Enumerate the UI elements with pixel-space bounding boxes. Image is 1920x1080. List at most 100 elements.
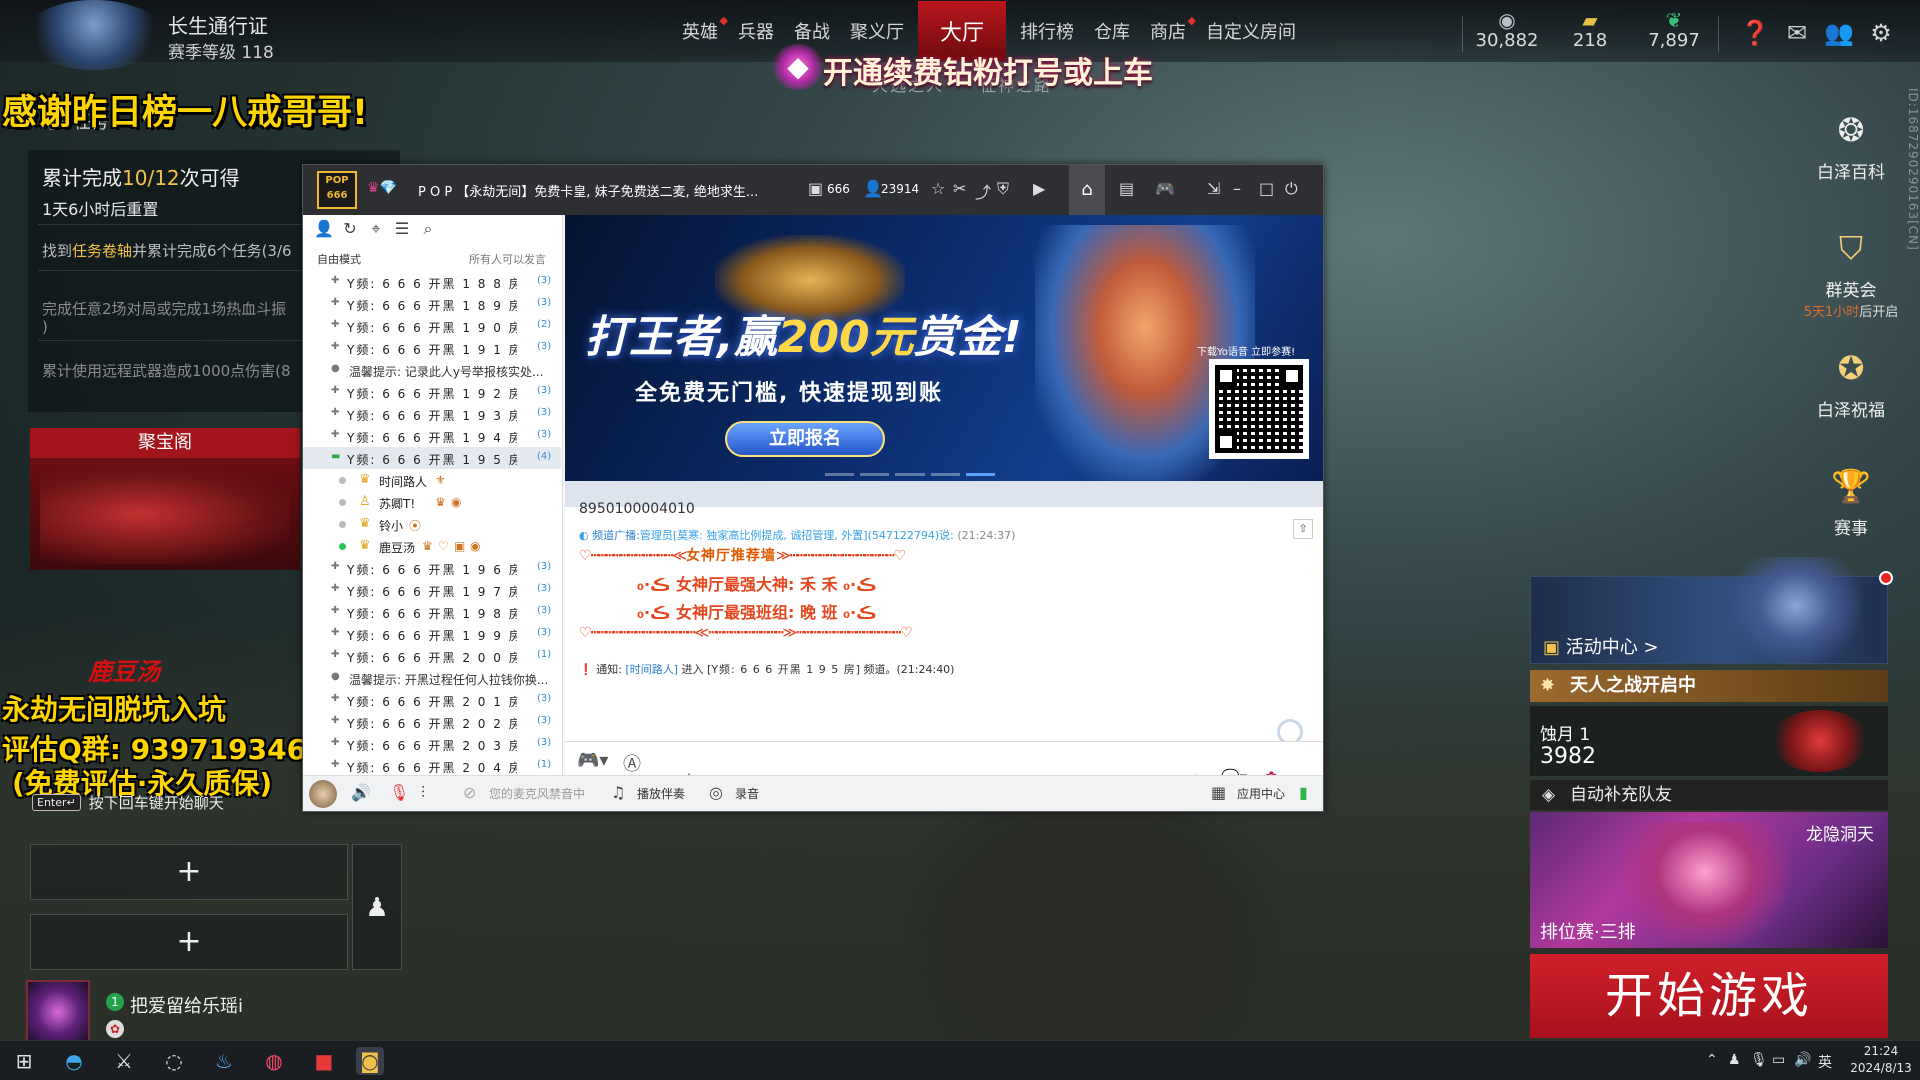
steam-client-icon[interactable]: ♨ (210, 1047, 238, 1075)
member-row[interactable]: ♛ 铃小 ⦿ (303, 513, 561, 535)
collapse-icon[interactable]: ▬ (331, 451, 340, 462)
shield-icon[interactable]: ⛨ (997, 179, 1009, 199)
minimize-icon[interactable]: – (1233, 179, 1241, 198)
channel-row[interactable]: ✚ Y频: 6 6 6 开黑 2 0 2 房 ... (3) (303, 711, 561, 733)
mic-muted-icon[interactable]: 🎙 (389, 783, 409, 802)
network-icon[interactable]: ▭ (1772, 1052, 1785, 1068)
channel-row[interactable]: ✚ Y频: 6 6 6 开黑 2 0 1 房 ... (3) (303, 689, 561, 711)
nav-prepare[interactable]: 备战 (794, 18, 830, 44)
eclipse-event-card[interactable]: 蚀月 1 3982 (1530, 706, 1888, 776)
maximize-icon[interactable]: □ (1259, 179, 1274, 198)
expand-icon[interactable]: ✚ (331, 715, 339, 726)
channel-row[interactable]: ✚ Y频: 6 6 6 开黑 1 9 4 房 ... (3) (303, 425, 561, 447)
expand-icon[interactable]: ✚ (331, 319, 339, 330)
user-icon[interactable]: 👤 (311, 219, 337, 243)
system-clock[interactable]: 21:24 2024/8/13 (1848, 1043, 1914, 1077)
currency-jade[interactable]: ❦ 7,897 (1646, 10, 1702, 51)
nav-custom-room[interactable]: 自定义房间 (1206, 18, 1296, 44)
nav-heroes[interactable]: 英雄 ◆ (682, 14, 728, 44)
netease-music-icon[interactable]: ◍ (260, 1047, 288, 1075)
channel-tip-row[interactable]: ● 温馨提示: 开黑过程任何人拉钱你换... (303, 667, 561, 689)
member-row[interactable]: ♛ 鹿豆汤 ♛ ♡ ▣ ◉ (303, 535, 561, 557)
member-row[interactable]: ♙ 苏卿T! ♛ ◉ (303, 491, 561, 513)
register-button[interactable]: 立即报名 (725, 421, 885, 457)
gamepad-icon[interactable]: 🎮 (1155, 179, 1175, 198)
ad-banner[interactable]: 打王者,赢200元赏金! 全免费无门槛, 快速提现到账 立即报名 下载Yo语音 … (565, 215, 1323, 481)
voice-app-icon[interactable]: ◙ (356, 1047, 384, 1075)
refresh-icon[interactable]: ↻ (337, 219, 363, 243)
search-icon[interactable]: ⌕ (415, 219, 441, 243)
scroll-top-icon[interactable]: ⇧ (1293, 519, 1313, 539)
auto-fill-teammates-toggle[interactable]: ◈ 自动补充队友 (1530, 780, 1888, 810)
channel-row[interactable]: ✚ Y频: 6 6 6 开黑 1 8 8 房 ... (3) (303, 271, 561, 293)
start-game-button[interactable]: 开始游戏 (1530, 954, 1888, 1038)
input-method[interactable]: 英 (1818, 1052, 1832, 1072)
channel-row[interactable]: ✚ Y频: 6 6 6 开黑 1 9 0 房 ... (2) (303, 315, 561, 337)
friend-name[interactable]: 把爱留给乐瑶i (130, 992, 243, 1018)
season-pass-emblem[interactable] (24, 0, 164, 70)
game-mode-selector[interactable]: 龙隐洞天 排位赛·三排 (1530, 812, 1888, 948)
cut-icon[interactable]: ✂ (953, 179, 966, 198)
expand-icon[interactable]: ✚ (331, 385, 339, 396)
record-icon[interactable]: ◎ (709, 783, 723, 802)
expand-icon[interactable]: ✚ (331, 627, 339, 638)
tray-app-icon[interactable]: ♟ (1728, 1052, 1741, 1068)
channel-row[interactable]: ✚ Y频: 6 6 6 开黑 2 0 4 房 ... (1) (303, 755, 561, 777)
expand-icon[interactable]: ✚ (331, 693, 339, 704)
season-pass-title[interactable]: 长生通行证 (168, 10, 268, 39)
team-slot-2[interactable]: + (30, 914, 348, 970)
expand-icon[interactable]: ✚ (331, 275, 339, 286)
channel-row[interactable]: ✚ Y频: 6 6 6 开黑 1 9 7 房 ... (3) (303, 579, 561, 601)
home-icon[interactable]: ⌂ (1069, 165, 1105, 215)
expand-icon[interactable]: ✚ (331, 407, 339, 418)
notes-icon[interactable]: ☰ (389, 219, 415, 243)
nav-weapons[interactable]: 兵器 (738, 18, 774, 44)
quest-item[interactable]: 累计使用远程武器造成1000点伤害(8 (42, 360, 312, 381)
app-center-button[interactable]: 应用中心 (1237, 785, 1285, 802)
record-button[interactable]: 录音 (735, 785, 759, 802)
apps-grid-icon[interactable]: ▦ (1211, 783, 1226, 802)
nav-storage[interactable]: 仓库 (1094, 18, 1130, 44)
edge-browser-icon[interactable]: ◓ (60, 1047, 88, 1075)
volume-icon[interactable]: 🔊 (1794, 1052, 1811, 1068)
carousel-indicator[interactable] (825, 473, 996, 476)
menu-heroes-gathering[interactable]: ⛉ 群英会 5天1小时后开启 (1796, 224, 1906, 320)
music-icon[interactable]: ♫ (611, 783, 625, 802)
nav-leaderboard[interactable]: 排行榜 (1020, 18, 1074, 44)
channel-row[interactable]: ▬ Y频: 6 6 6 开黑 1 9 5 房 ... (4) (303, 447, 561, 469)
channel-row[interactable]: ✚ Y频: 6 6 6 开黑 1 9 6 房 ... (3) (303, 557, 561, 579)
room-mode[interactable]: 自由模式 (317, 251, 361, 267)
currency-coins[interactable]: ◉ 30,882 (1476, 10, 1539, 51)
quest-item[interactable]: 找到任务卷轴并累计完成6个任务(3/6 (42, 240, 312, 261)
treasure-pavilion[interactable]: 聚宝阁 (30, 428, 300, 570)
friends-icon[interactable]: 👥 (1824, 18, 1854, 48)
expand-icon[interactable]: ✚ (331, 759, 339, 770)
menu-baize-wiki[interactable]: ❂ 白泽百科 (1796, 106, 1906, 183)
window-title-bar[interactable]: POP 666 ♛💎 P O P 【永劫无间】免费卡皇, 妹子免费送二麦, 绝地… (303, 165, 1323, 215)
channel-row[interactable]: ✚ Y频: 6 6 6 开黑 1 9 2 房 ... (3) (303, 381, 561, 403)
expand-icon[interactable]: ✚ (331, 561, 339, 572)
collapse-icon[interactable]: ⇲ (1207, 179, 1220, 198)
expand-icon[interactable]: ✚ (331, 649, 339, 660)
channel-row[interactable]: ✚ Y频: 6 6 6 开黑 1 9 9 房 ... (3) (303, 623, 561, 645)
tray-expand-icon[interactable]: ⌃ (1706, 1052, 1718, 1068)
channel-row[interactable]: ✚ Y频: 6 6 6 开黑 1 9 8 房 ... (3) (303, 601, 561, 623)
expand-icon[interactable]: ✚ (331, 429, 339, 440)
help-icon[interactable]: ❓ (1740, 18, 1770, 48)
speaker-icon[interactable]: 🔊 (351, 783, 371, 802)
naraka-game-icon[interactable]: ■ (310, 1047, 338, 1075)
expand-icon[interactable]: ✚ (331, 583, 339, 594)
member-row[interactable]: ♛ 时间路人 ⚜ (303, 469, 561, 491)
expand-icon[interactable]: ✚ (331, 341, 339, 352)
quest-item[interactable]: 完成任意2场对局或完成1场热血斗振 (42, 298, 312, 319)
equalizer-icon[interactable]: ⫶ (421, 783, 425, 803)
expand-icon[interactable]: ✚ (331, 297, 339, 308)
channel-row[interactable]: ✚ Y频: 6 6 6 开黑 1 9 3 房 ... (3) (303, 403, 561, 425)
heaven-war-banner[interactable]: ✸ 天人之战开启中 (1530, 670, 1888, 702)
menu-events[interactable]: 🏆 赛事 (1796, 462, 1906, 539)
currency-gold[interactable]: ▰ 218 (1562, 10, 1618, 51)
mic-icon[interactable]: 🎙 (1750, 1052, 1768, 1068)
channel-row[interactable]: ✚ Y频: 6 6 6 开黑 1 9 1 房 ... (3) (303, 337, 561, 359)
windows-start-icon[interactable]: ⊞ (10, 1047, 38, 1075)
menu-baize-blessing[interactable]: ✪ 白泽祝福 (1796, 344, 1906, 421)
